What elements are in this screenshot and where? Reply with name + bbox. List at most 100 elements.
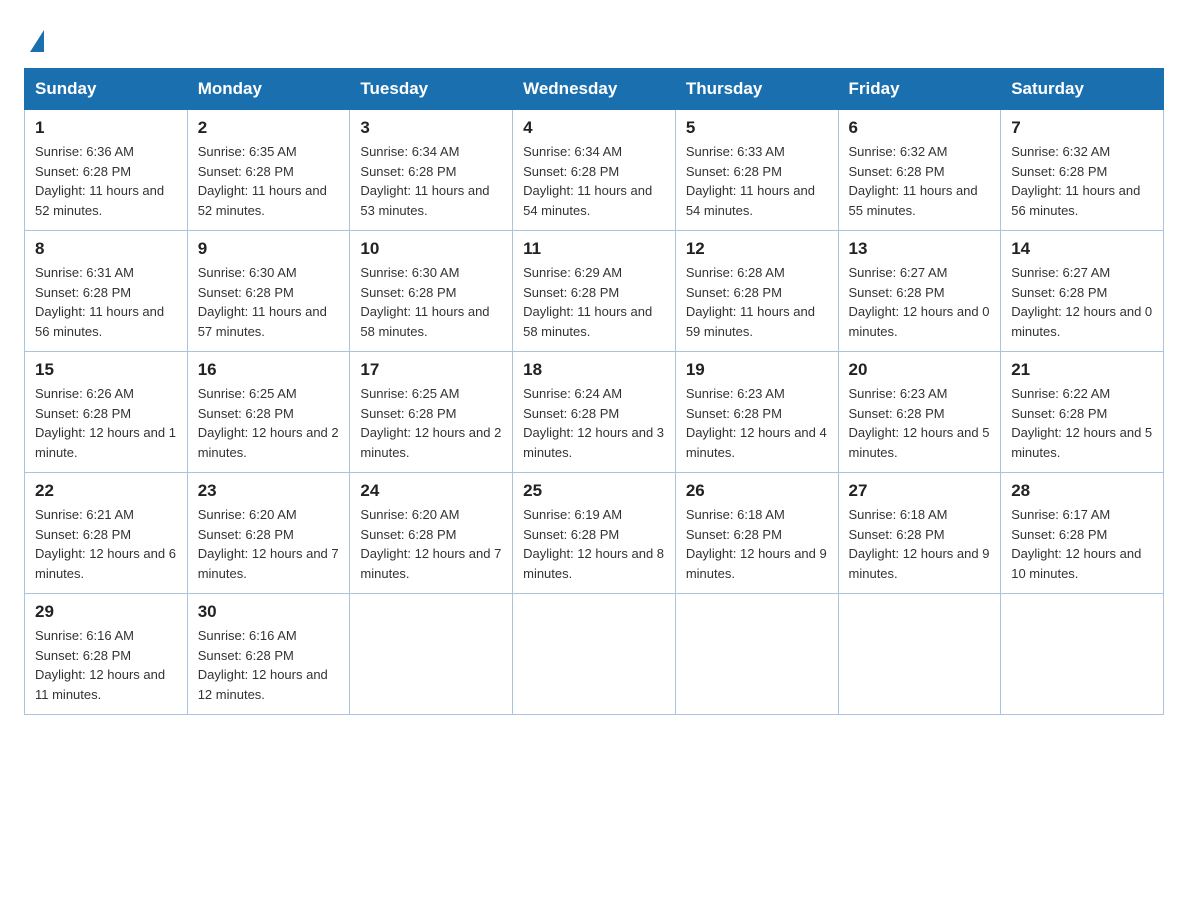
- column-header-wednesday: Wednesday: [513, 69, 676, 110]
- day-number: 8: [35, 239, 177, 259]
- calendar-cell: 26 Sunrise: 6:18 AMSunset: 6:28 PMDayligh…: [675, 473, 838, 594]
- day-info: Sunrise: 6:22 AMSunset: 6:28 PMDaylight:…: [1011, 384, 1153, 462]
- calendar-cell: 19 Sunrise: 6:23 AMSunset: 6:28 PMDayligh…: [675, 352, 838, 473]
- day-info: Sunrise: 6:29 AMSunset: 6:28 PMDaylight:…: [523, 263, 665, 341]
- day-number: 9: [198, 239, 340, 259]
- calendar-cell: 17 Sunrise: 6:25 AMSunset: 6:28 PMDayligh…: [350, 352, 513, 473]
- calendar-cell: 5 Sunrise: 6:33 AMSunset: 6:28 PMDaylight…: [675, 110, 838, 231]
- day-number: 5: [686, 118, 828, 138]
- calendar-cell: [838, 594, 1001, 715]
- column-header-monday: Monday: [187, 69, 350, 110]
- day-number: 25: [523, 481, 665, 501]
- calendar-cell: [675, 594, 838, 715]
- day-number: 7: [1011, 118, 1153, 138]
- calendar-cell: 20Sunrise: 6:23 AMSunset: 6:28 PMDayligh…: [838, 352, 1001, 473]
- calendar-cell: 10 Sunrise: 6:30 AMSunset: 6:28 PMDayligh…: [350, 231, 513, 352]
- column-header-saturday: Saturday: [1001, 69, 1164, 110]
- day-info: Sunrise: 6:36 AMSunset: 6:28 PMDaylight:…: [35, 142, 177, 220]
- column-header-sunday: Sunday: [25, 69, 188, 110]
- day-number: 11: [523, 239, 665, 259]
- calendar-cell: 22 Sunrise: 6:21 AMSunset: 6:28 PMDayligh…: [25, 473, 188, 594]
- day-number: 20: [849, 360, 991, 380]
- calendar-cell: 18 Sunrise: 6:24 AMSunset: 6:28 PMDayligh…: [513, 352, 676, 473]
- day-info: Sunrise: 6:27 AMSunset: 6:28 PMDaylight:…: [1011, 263, 1153, 341]
- week-row-2: 8 Sunrise: 6:31 AMSunset: 6:28 PMDaylight…: [25, 231, 1164, 352]
- day-info: Sunrise: 6:25 AMSunset: 6:28 PMDaylight:…: [198, 384, 340, 462]
- day-info: Sunrise: 6:20 AMSunset: 6:28 PMDaylight:…: [360, 505, 502, 583]
- day-info: Sunrise: 6:16 AMSunset: 6:28 PMDaylight:…: [198, 626, 340, 704]
- day-number: 22: [35, 481, 177, 501]
- day-number: 12: [686, 239, 828, 259]
- column-header-friday: Friday: [838, 69, 1001, 110]
- day-number: 4: [523, 118, 665, 138]
- calendar-cell: 27 Sunrise: 6:18 AMSunset: 6:28 PMDayligh…: [838, 473, 1001, 594]
- calendar-cell: 2Sunrise: 6:35 AMSunset: 6:28 PMDaylight…: [187, 110, 350, 231]
- day-number: 27: [849, 481, 991, 501]
- day-number: 19: [686, 360, 828, 380]
- calendar-cell: 8 Sunrise: 6:31 AMSunset: 6:28 PMDaylight…: [25, 231, 188, 352]
- day-number: 30: [198, 602, 340, 622]
- day-number: 18: [523, 360, 665, 380]
- calendar-cell: 4 Sunrise: 6:34 AMSunset: 6:28 PMDaylight…: [513, 110, 676, 231]
- day-info: Sunrise: 6:23 AMSunset: 6:28 PMDaylight:…: [686, 384, 828, 462]
- column-header-thursday: Thursday: [675, 69, 838, 110]
- calendar-cell: [1001, 594, 1164, 715]
- day-number: 15: [35, 360, 177, 380]
- day-number: 6: [849, 118, 991, 138]
- calendar-cell: 9 Sunrise: 6:30 AMSunset: 6:28 PMDaylight…: [187, 231, 350, 352]
- day-number: 23: [198, 481, 340, 501]
- day-info: Sunrise: 6:25 AMSunset: 6:28 PMDaylight:…: [360, 384, 502, 462]
- calendar-cell: 7Sunrise: 6:32 AMSunset: 6:28 PMDaylight…: [1001, 110, 1164, 231]
- calendar-cell: 23Sunrise: 6:20 AMSunset: 6:28 PMDayligh…: [187, 473, 350, 594]
- calendar-cell: 14 Sunrise: 6:27 AMSunset: 6:28 PMDayligh…: [1001, 231, 1164, 352]
- calendar-cell: 3Sunrise: 6:34 AMSunset: 6:28 PMDaylight…: [350, 110, 513, 231]
- day-info: Sunrise: 6:18 AMSunset: 6:28 PMDaylight:…: [686, 505, 828, 583]
- calendar-cell: 11 Sunrise: 6:29 AMSunset: 6:28 PMDayligh…: [513, 231, 676, 352]
- day-number: 2: [198, 118, 340, 138]
- day-number: 16: [198, 360, 340, 380]
- calendar-cell: [350, 594, 513, 715]
- calendar-cell: 24 Sunrise: 6:20 AMSunset: 6:28 PMDayligh…: [350, 473, 513, 594]
- column-header-tuesday: Tuesday: [350, 69, 513, 110]
- day-info: Sunrise: 6:18 AMSunset: 6:28 PMDaylight:…: [849, 505, 991, 583]
- day-info: Sunrise: 6:34 AMSunset: 6:28 PMDaylight:…: [360, 142, 502, 220]
- calendar-table: SundayMondayTuesdayWednesdayThursdayFrid…: [24, 68, 1164, 715]
- logo-triangle-icon: [30, 30, 44, 52]
- calendar-cell: 16 Sunrise: 6:25 AMSunset: 6:28 PMDayligh…: [187, 352, 350, 473]
- day-number: 26: [686, 481, 828, 501]
- calendar-cell: 1 Sunrise: 6:36 AMSunset: 6:28 PMDaylight…: [25, 110, 188, 231]
- calendar-cell: 28 Sunrise: 6:17 AMSunset: 6:28 PMDayligh…: [1001, 473, 1164, 594]
- week-row-5: 29Sunrise: 6:16 AMSunset: 6:28 PMDayligh…: [25, 594, 1164, 715]
- day-info: Sunrise: 6:16 AMSunset: 6:28 PMDaylight:…: [35, 626, 177, 704]
- day-info: Sunrise: 6:24 AMSunset: 6:28 PMDaylight:…: [523, 384, 665, 462]
- day-info: Sunrise: 6:27 AMSunset: 6:28 PMDaylight:…: [849, 263, 991, 341]
- week-row-3: 15 Sunrise: 6:26 AMSunset: 6:28 PMDayligh…: [25, 352, 1164, 473]
- day-info: Sunrise: 6:21 AMSunset: 6:28 PMDaylight:…: [35, 505, 177, 583]
- day-number: 28: [1011, 481, 1153, 501]
- day-info: Sunrise: 6:17 AMSunset: 6:28 PMDaylight:…: [1011, 505, 1153, 583]
- day-number: 1: [35, 118, 177, 138]
- day-info: Sunrise: 6:31 AMSunset: 6:28 PMDaylight:…: [35, 263, 177, 341]
- day-info: Sunrise: 6:33 AMSunset: 6:28 PMDaylight:…: [686, 142, 828, 220]
- day-info: Sunrise: 6:30 AMSunset: 6:28 PMDaylight:…: [198, 263, 340, 341]
- calendar-cell: [513, 594, 676, 715]
- day-info: Sunrise: 6:19 AMSunset: 6:28 PMDaylight:…: [523, 505, 665, 583]
- page-header: [24, 24, 1164, 52]
- calendar-cell: 13 Sunrise: 6:27 AMSunset: 6:28 PMDayligh…: [838, 231, 1001, 352]
- calendar-cell: 6Sunrise: 6:32 AMSunset: 6:28 PMDaylight…: [838, 110, 1001, 231]
- calendar-cell: 21 Sunrise: 6:22 AMSunset: 6:28 PMDayligh…: [1001, 352, 1164, 473]
- week-row-1: 1 Sunrise: 6:36 AMSunset: 6:28 PMDaylight…: [25, 110, 1164, 231]
- day-number: 14: [1011, 239, 1153, 259]
- day-number: 21: [1011, 360, 1153, 380]
- logo: [24, 24, 44, 52]
- calendar-cell: 29Sunrise: 6:16 AMSunset: 6:28 PMDayligh…: [25, 594, 188, 715]
- day-info: Sunrise: 6:26 AMSunset: 6:28 PMDaylight:…: [35, 384, 177, 462]
- day-info: Sunrise: 6:30 AMSunset: 6:28 PMDaylight:…: [360, 263, 502, 341]
- day-info: Sunrise: 6:28 AMSunset: 6:28 PMDaylight:…: [686, 263, 828, 341]
- day-number: 17: [360, 360, 502, 380]
- calendar-cell: 25 Sunrise: 6:19 AMSunset: 6:28 PMDayligh…: [513, 473, 676, 594]
- day-number: 10: [360, 239, 502, 259]
- day-info: Sunrise: 6:34 AMSunset: 6:28 PMDaylight:…: [523, 142, 665, 220]
- day-number: 24: [360, 481, 502, 501]
- day-number: 13: [849, 239, 991, 259]
